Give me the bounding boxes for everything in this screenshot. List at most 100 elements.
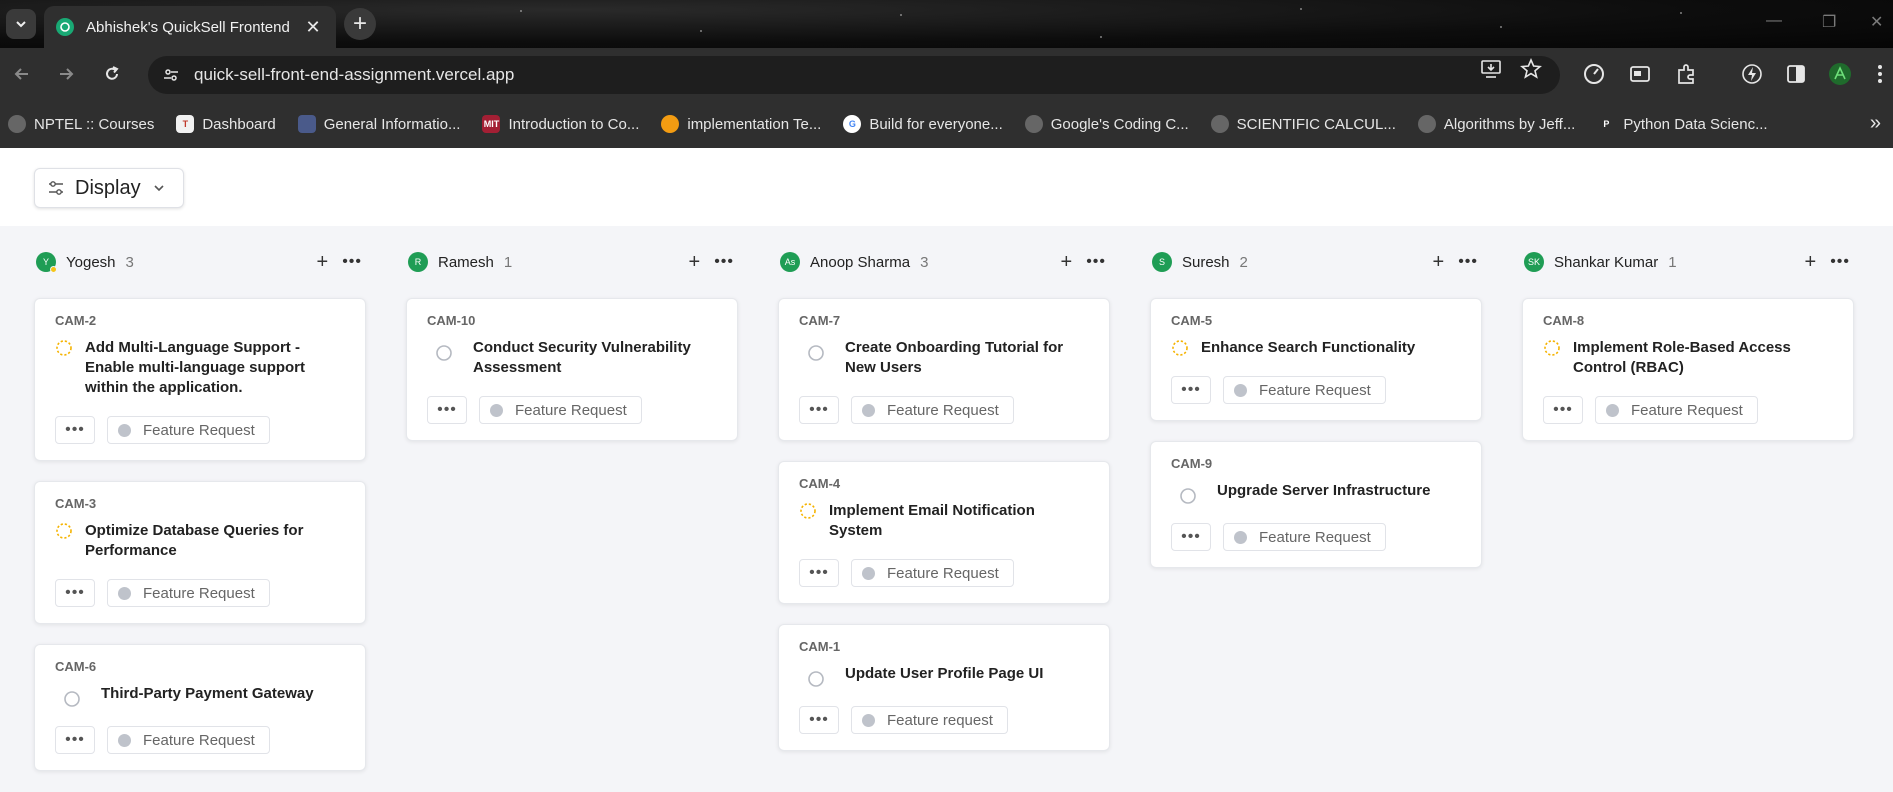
ticket-priority-button[interactable]: ••• [799, 559, 839, 587]
extensions-icon[interactable] [1674, 62, 1698, 86]
minimize-window-icon[interactable]: — [1766, 12, 1782, 30]
ticket-card[interactable]: CAM-6 Third-Party Payment Gateway ••• Fe… [34, 644, 366, 771]
add-task-icon[interactable]: + [1061, 251, 1073, 274]
tag-dot-icon [118, 586, 131, 600]
ticket-tag[interactable]: Feature Request [107, 416, 270, 444]
browser-menu-icon[interactable] [1868, 62, 1892, 86]
address-bar[interactable]: quick-sell-front-end-assignment.vercel.a… [148, 56, 1560, 94]
tag-label: Feature Request [1259, 528, 1371, 546]
bookmark-item[interactable]: SCIENTIFIC CALCUL... [1210, 115, 1396, 133]
lightning-icon[interactable] [1740, 62, 1764, 86]
ticket-card[interactable]: CAM-3 Optimize Database Queries for Perf… [34, 481, 366, 624]
add-task-icon[interactable]: + [317, 251, 329, 274]
ticket-priority-button[interactable]: ••• [799, 396, 839, 424]
ticket-tag[interactable]: Feature Request [1223, 376, 1386, 404]
browser-toolbar: quick-sell-front-end-assignment.vercel.a… [0, 48, 1893, 100]
ticket-tag[interactable]: Feature Request [851, 396, 1014, 424]
column-actions: + ••• [1805, 251, 1855, 274]
mit-icon: MIT [482, 115, 501, 133]
bookmark-label: Google's Coding C... [1050, 115, 1189, 133]
tab-search-button[interactable] [6, 9, 36, 39]
back-button[interactable] [10, 62, 34, 86]
ticket-card[interactable]: CAM-7 Create Onboarding Tutorial for New… [778, 298, 1110, 441]
ticket-id: CAM-5 [1171, 313, 1213, 328]
column-title: Shankar Kumar [1554, 253, 1659, 271]
ticket-id: CAM-9 [1171, 456, 1213, 471]
side-panel-icon[interactable] [1784, 62, 1808, 86]
ticket-priority-button[interactable]: ••• [1171, 523, 1211, 551]
ticket-card[interactable]: CAM-10 Conduct Security Vulnerability As… [406, 298, 738, 441]
more-bookmarks-icon[interactable]: » [1870, 112, 1881, 135]
ticket-card[interactable]: CAM-2 Add Multi-Language Support - Enabl… [34, 298, 366, 461]
restore-window-icon[interactable]: ❐ [1822, 12, 1836, 32]
bookmark-item[interactable]: Google's Coding C... [1024, 115, 1189, 133]
bookmark-item[interactable]: General Informatio... [297, 115, 460, 133]
column-count: 2 [1239, 253, 1248, 271]
bookmark-star-icon[interactable] [1520, 57, 1542, 85]
ticket-priority-button[interactable]: ••• [1543, 396, 1583, 424]
browser-tab-active[interactable]: Abhishek's QuickSell Frontend ✕ [44, 6, 336, 48]
ticket-card[interactable]: CAM-8 Implement Role-Based Access Contro… [1522, 298, 1854, 441]
ticket-footer: ••• Feature Request [55, 726, 347, 754]
column-more-icon[interactable]: ••• [342, 253, 362, 271]
picture-in-picture-icon[interactable] [1628, 62, 1652, 86]
ticket-priority-button[interactable]: ••• [427, 396, 467, 424]
avatar: SK [1524, 252, 1544, 272]
ticket-priority-button[interactable]: ••• [55, 726, 95, 754]
ticket-priority-button[interactable]: ••• [55, 579, 95, 607]
tab-title: Abhishek's QuickSell Frontend [86, 18, 290, 36]
column-more-icon[interactable]: ••• [1458, 253, 1478, 271]
ticket-title: Conduct Security Vulnerability Assessmen… [473, 339, 691, 376]
bookmark-item[interactable]: NPTEL :: Courses [8, 115, 154, 133]
avatar: As [780, 252, 800, 272]
ticket-card[interactable]: CAM-5 Enhance Search Functionality ••• F… [1150, 298, 1482, 421]
column-more-icon[interactable]: ••• [1086, 253, 1106, 271]
bookmark-item[interactable]: implementation Te... [661, 115, 821, 133]
bookmark-item[interactable]: MIT Introduction to Co... [482, 115, 639, 133]
ticket-tag[interactable]: Feature Request [107, 579, 270, 607]
background-star [520, 10, 522, 12]
ticket-priority-button[interactable]: ••• [1171, 376, 1211, 404]
bookmark-item[interactable]: T Dashboard [176, 115, 276, 133]
ticket-body: Update User Profile Page UI [799, 664, 1091, 688]
ticket-tag[interactable]: Feature Request [851, 559, 1014, 587]
site-info-icon [164, 69, 178, 81]
display-button[interactable]: Display [34, 168, 184, 208]
ticket-tag[interactable]: Feature request [851, 706, 1008, 734]
ticket-tag[interactable]: Feature Request [1595, 396, 1758, 424]
ticket-priority-button[interactable]: ••• [799, 706, 839, 734]
column-count: 3 [125, 253, 134, 271]
performance-icon[interactable] [1582, 62, 1606, 86]
ticket-card[interactable]: CAM-9 Upgrade Server Infrastructure ••• … [1150, 441, 1482, 568]
ticket-card[interactable]: CAM-1 Update User Profile Page UI ••• Fe… [778, 624, 1110, 751]
ticket-title: Add Multi-Language Support - Enable mult… [85, 339, 306, 396]
add-task-icon[interactable]: + [1433, 251, 1445, 274]
add-task-icon[interactable]: + [689, 251, 701, 274]
install-app-icon[interactable] [1480, 58, 1502, 85]
bookmark-item[interactable]: P Python Data Scienc... [1597, 115, 1767, 133]
reload-button[interactable] [100, 62, 124, 86]
in-progress-status-icon [56, 523, 72, 539]
forward-button[interactable] [54, 62, 78, 86]
ticket-title: Implement Role-Based Access Control (RBA… [1573, 339, 1791, 376]
bookmark-label: Python Data Scienc... [1623, 115, 1768, 133]
profile-avatar-icon[interactable] [1828, 62, 1852, 86]
bookmark-item[interactable]: Algorithms by Jeff... [1417, 115, 1575, 133]
background-star [1500, 26, 1502, 28]
close-window-icon[interactable]: ✕ [1870, 12, 1883, 32]
new-tab-button[interactable]: + [344, 8, 376, 40]
add-task-icon[interactable]: + [1805, 251, 1817, 274]
ticket-priority-button[interactable]: ••• [55, 416, 95, 444]
ticket-body: Implement Role-Based Access Control (RBA… [1543, 338, 1835, 378]
close-tab-icon[interactable]: ✕ [302, 17, 324, 38]
column-more-icon[interactable]: ••• [714, 253, 734, 271]
ticket-tag[interactable]: Feature Request [479, 396, 642, 424]
ticket-card[interactable]: CAM-4 Implement Email Notification Syste… [778, 461, 1110, 604]
tag-label: Feature Request [143, 731, 255, 749]
column-header: R Ramesh 1 + ••• [406, 246, 738, 278]
ticket-id: CAM-8 [1543, 313, 1585, 328]
ticket-tag[interactable]: Feature Request [1223, 523, 1386, 551]
ticket-tag[interactable]: Feature Request [107, 726, 270, 754]
bookmark-item[interactable]: G Build for everyone... [843, 115, 1003, 133]
column-more-icon[interactable]: ••• [1830, 253, 1850, 271]
